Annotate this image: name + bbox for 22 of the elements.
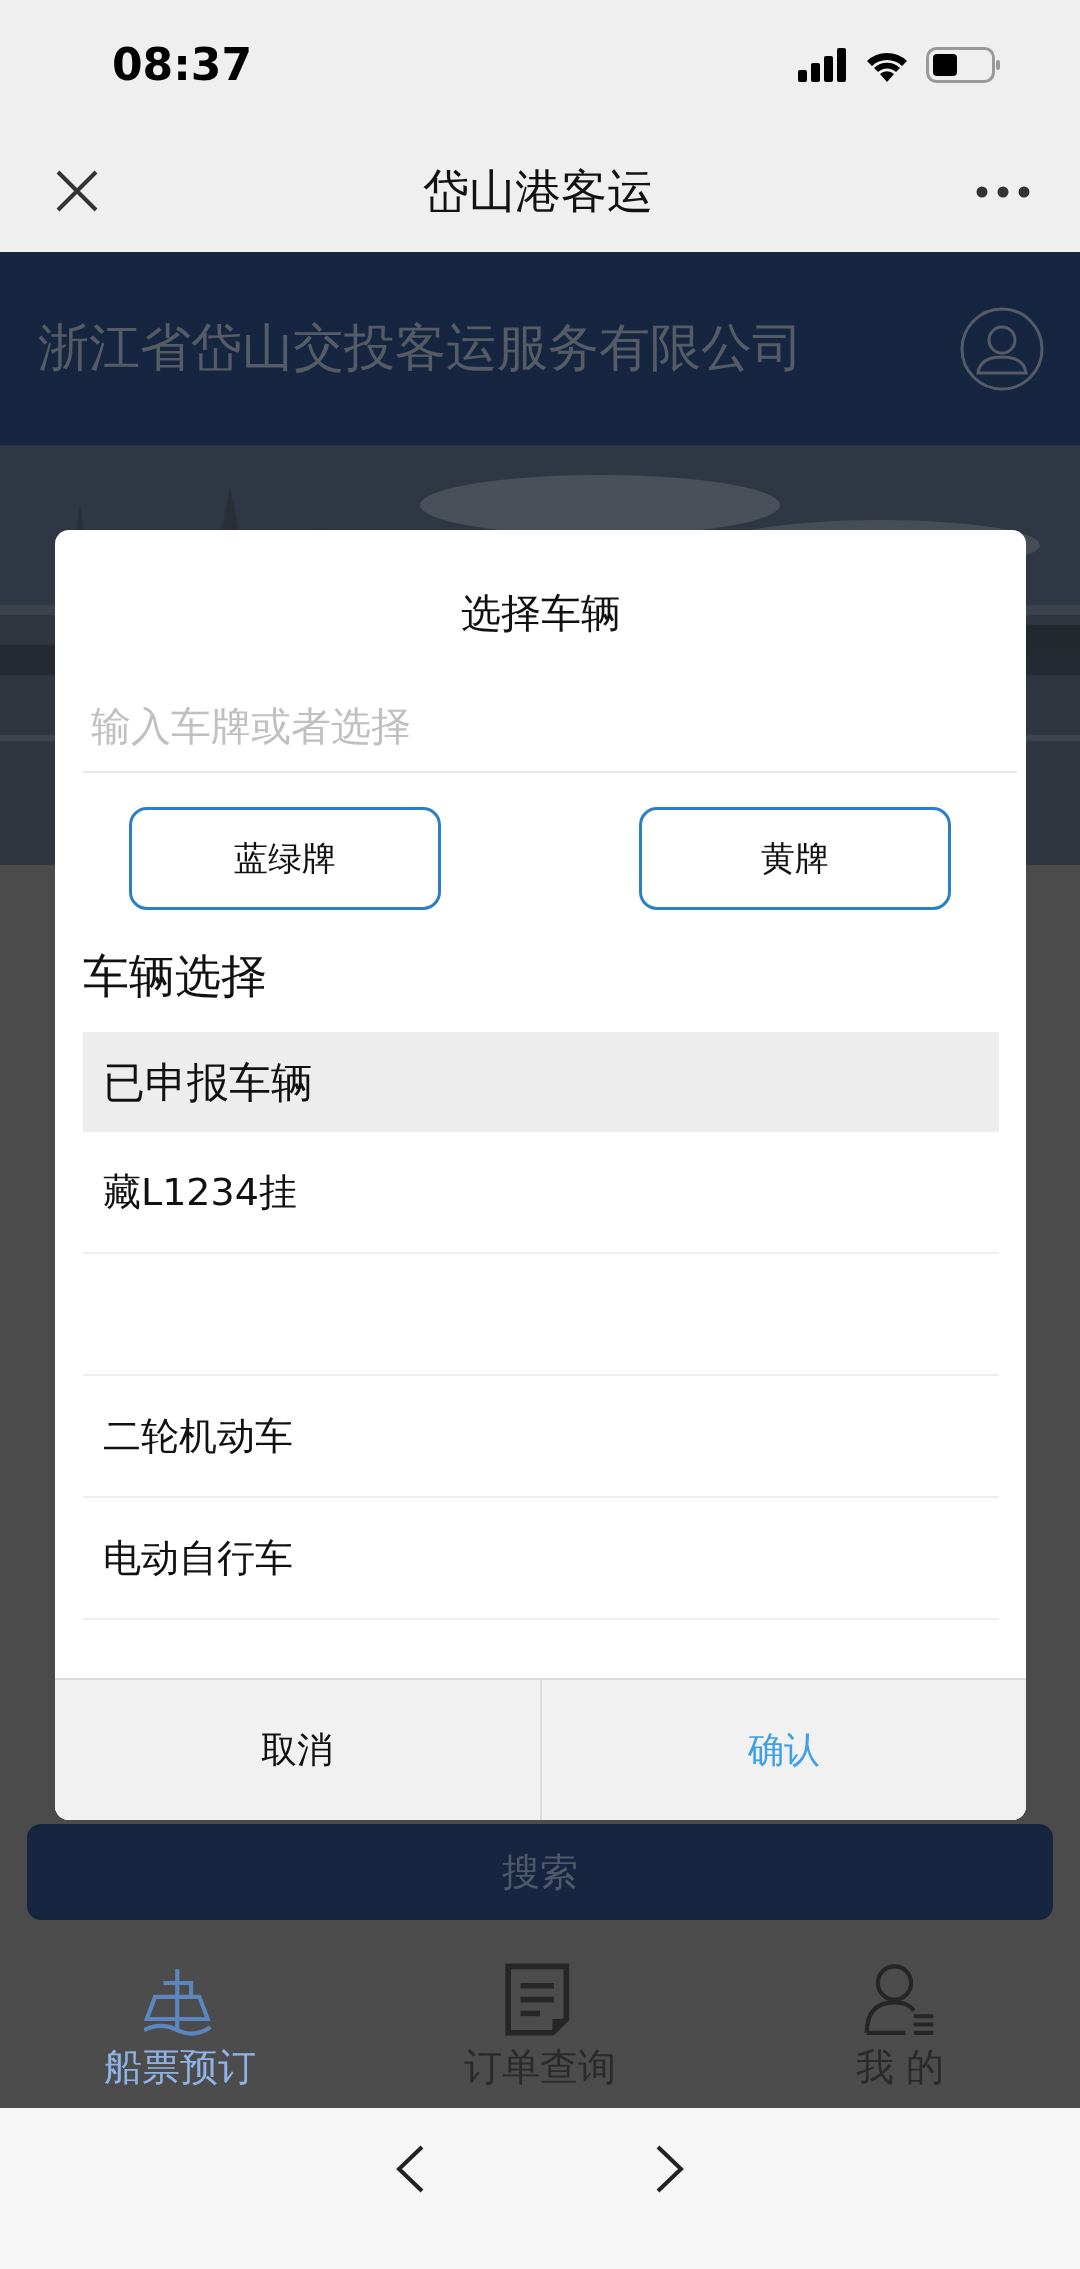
signal-icon [798, 48, 848, 82]
vehicle-item[interactable]: 二轮机动车 [83, 1376, 999, 1498]
tab-item[interactable]: 船票预订 [0, 1950, 360, 2108]
more-icon [976, 185, 1030, 198]
back-button[interactable] [395, 2143, 425, 2194]
close-icon [55, 169, 99, 213]
vehicle-item[interactable]: 电动自行车 [83, 1498, 999, 1620]
battery-icon [926, 47, 1000, 83]
back-icon [395, 2143, 425, 2194]
company-name: 浙江省岱山交投客运服务有限公司 [38, 317, 803, 380]
group-header: 已申报车辆 [83, 1032, 999, 1132]
person-icon [960, 306, 1044, 391]
plate-type-button[interactable]: 蓝绿牌 [129, 807, 441, 910]
forward-button[interactable] [655, 2143, 685, 2194]
vehicle-item[interactable]: 藏L1234挂 [83, 1132, 999, 1254]
page-title: 岱山港客运 [422, 162, 653, 220]
status-time: 08:37 [112, 38, 253, 92]
section-heading: 车辆选择 [83, 948, 268, 1005]
close-button[interactable] [55, 169, 99, 213]
forward-icon [655, 2143, 685, 2194]
dialog-title: 选择车辆 [459, 589, 622, 638]
plate-type-button[interactable]: 黄牌 [639, 807, 951, 910]
